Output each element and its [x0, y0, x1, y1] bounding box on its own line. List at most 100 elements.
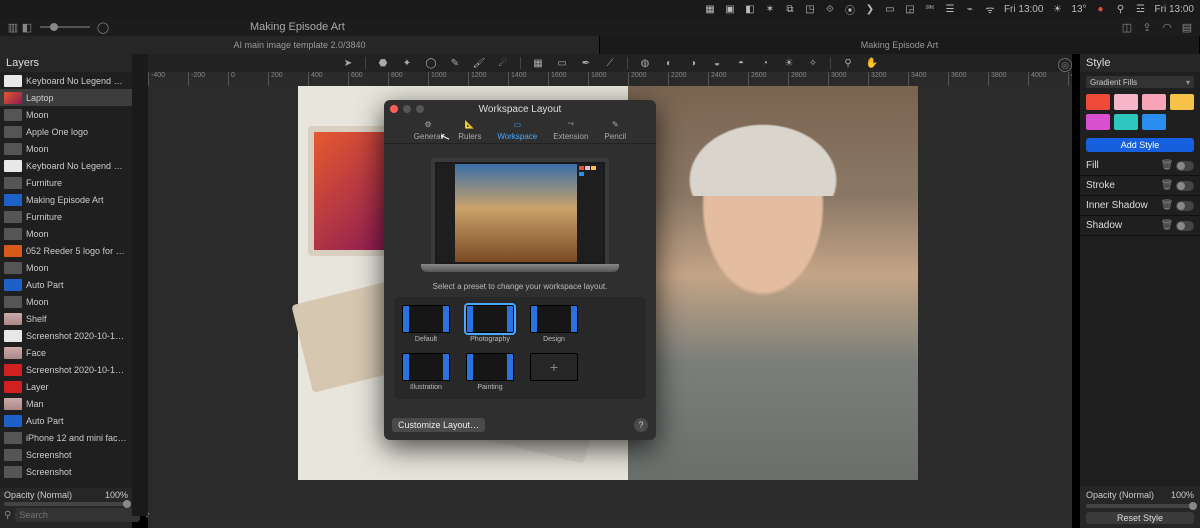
share-icon[interactable]: ⇪ [1140, 20, 1154, 34]
layer-row[interactable]: Moon [0, 259, 132, 276]
dialog-tab-workspace[interactable]: ▭Workspace [497, 117, 537, 143]
grid-tool-icon[interactable]: ▦ [531, 56, 545, 70]
trash-icon[interactable]: 🗑 [1162, 181, 1172, 191]
color-swatch[interactable] [1086, 114, 1110, 130]
adjust-f-icon[interactable]: ◔ [758, 56, 772, 70]
workspace-preset[interactable]: Design [530, 305, 578, 343]
artboard-tool-icon[interactable]: ▭ [555, 56, 569, 70]
layer-row[interactable]: Moon [0, 293, 132, 310]
menubar-icon[interactable]: ⧉ [784, 3, 796, 15]
workspace-preset[interactable]: Illustration [402, 353, 450, 391]
control-center-icon[interactable]: ☲ [1135, 3, 1147, 15]
star-tool-icon[interactable]: ✦ [400, 56, 414, 70]
menubar-clock[interactable]: Fri 13:00 [1004, 4, 1043, 15]
smudge-tool-icon[interactable]: ☄ [496, 56, 510, 70]
color-swatch[interactable] [1142, 94, 1166, 110]
section-toggle[interactable] [1176, 181, 1194, 191]
adjust-c-icon[interactable]: ◑ [686, 56, 700, 70]
wifi-icon[interactable]: ᯤ [984, 3, 996, 15]
layer-row[interactable]: 052 Reeder 5 logo for artwork [0, 242, 132, 259]
paint-tool-icon[interactable]: 🖌 [472, 56, 486, 70]
display-mode-icon[interactable]: ◯ [96, 20, 110, 34]
style-preset-dropdown[interactable]: Gradient Fills [1086, 76, 1194, 88]
trash-icon[interactable]: 🗑 [1162, 201, 1172, 211]
notification-icon[interactable]: ● [1095, 3, 1107, 15]
layer-row[interactable]: Layer [0, 378, 132, 395]
section-toggle[interactable] [1176, 161, 1194, 171]
cloud-icon[interactable]: ◠ [1160, 20, 1174, 34]
menubar-icon[interactable]: ⦿ [844, 3, 856, 15]
layers-list[interactable]: Keyboard No Legend Paint CopyLaptopMoonA… [0, 72, 132, 488]
opacity-slider[interactable] [4, 502, 128, 506]
dialog-tab-rulers[interactable]: 📐Rulers [458, 117, 481, 143]
sidebar-toggle-icon[interactable]: ▥ [6, 20, 20, 34]
circle-tool-icon[interactable]: ◯ [424, 56, 438, 70]
layer-row[interactable]: Auto Part [0, 276, 132, 293]
workspace-preset[interactable]: Default [402, 305, 450, 343]
add-workspace-preset[interactable]: + [530, 353, 578, 391]
zoom-tool-icon[interactable]: ⚲ [841, 56, 855, 70]
layer-row[interactable]: Apple One logo [0, 123, 132, 140]
layer-row[interactable]: Screenshot 2020-10-19 at 13.0… [0, 361, 132, 378]
adjust-e-icon[interactable]: ◓ [734, 56, 748, 70]
color-swatch[interactable] [1114, 114, 1138, 130]
info-indicator-icon[interactable]: ◎ [1058, 58, 1072, 72]
sparkle-tool-icon[interactable]: ✧ [806, 56, 820, 70]
layer-row[interactable]: Moon [0, 140, 132, 157]
sidebar-right-icon[interactable]: ▤ [1180, 20, 1194, 34]
document-tab[interactable]: AI main image template 2.0/3840 [0, 36, 600, 54]
window-minimize-icon[interactable] [403, 105, 411, 113]
weather-icon[interactable]: ☀ [1051, 3, 1063, 15]
workspace-preset[interactable]: Photography [466, 305, 514, 343]
menubar-icon[interactable]: ▣ [724, 3, 736, 15]
menubar-icon[interactable]: ▭ [884, 3, 896, 15]
style-section[interactable]: Fill🗑 [1080, 156, 1200, 176]
spotlight-icon[interactable]: ⚲ [1115, 3, 1127, 15]
dialog-tab-general[interactable]: ⚙General [414, 117, 442, 143]
layer-row[interactable]: Shelf [0, 310, 132, 327]
layer-row[interactable]: Making Episode Art [0, 191, 132, 208]
layout-icon[interactable]: ◧ [20, 20, 34, 34]
dialog-tab-pencil[interactable]: ✎Pencil [604, 117, 626, 143]
menubar-icon[interactable]: ✶ [764, 3, 776, 15]
layer-row[interactable]: Furniture [0, 208, 132, 225]
workspace-preset[interactable]: Painting [466, 353, 514, 391]
eyedropper-tool-icon[interactable]: ⟋ [603, 56, 617, 70]
color-swatch[interactable] [1142, 114, 1166, 130]
panel-toggle-icon[interactable]: ◫ [1120, 20, 1134, 34]
brush-tool-icon[interactable]: ✎ [448, 56, 462, 70]
reset-style-button[interactable]: Reset Style [1086, 512, 1194, 524]
menubar-icon[interactable]: ▦ [704, 3, 716, 15]
layer-row[interactable]: Keyboard No Legend Paint Cop… [0, 157, 132, 174]
menubar-icon[interactable]: ⌁ [964, 3, 976, 15]
layer-row[interactable]: Screenshot [0, 463, 132, 480]
layer-row[interactable]: Face [0, 344, 132, 361]
menubar-icon[interactable]: ❯ [864, 3, 876, 15]
window-close-icon[interactable] [390, 105, 398, 113]
layer-row[interactable]: Laptop [0, 89, 132, 106]
menubar-clock-right[interactable]: Fri 13:00 [1155, 4, 1194, 15]
style-section[interactable]: Stroke🗑 [1080, 176, 1200, 196]
menubar-icon[interactable]: ☰ [944, 3, 956, 15]
section-toggle[interactable] [1176, 201, 1194, 211]
layer-row[interactable]: Keyboard No Legend Paint Copy [0, 72, 132, 89]
layer-row[interactable]: Auto Part [0, 412, 132, 429]
trash-icon[interactable]: 🗑 [1162, 161, 1172, 171]
adjust-d-icon[interactable]: ◒ [710, 56, 724, 70]
section-toggle[interactable] [1176, 221, 1194, 231]
menubar-icon[interactable]: ◳ [804, 3, 816, 15]
adjust-b-icon[interactable]: ◐ [662, 56, 676, 70]
customize-layout-button[interactable]: Customize Layout… [392, 418, 485, 432]
add-style-button[interactable]: Add Style [1086, 138, 1194, 152]
pen-tool-icon[interactable]: ✒ [579, 56, 593, 70]
color-swatch[interactable] [1170, 94, 1194, 110]
layer-row[interactable]: Moon [0, 106, 132, 123]
color-swatch[interactable] [1086, 94, 1110, 110]
blob-tool-icon[interactable]: ⬣ [376, 56, 390, 70]
pointer-tool-icon[interactable]: ➤ [341, 56, 355, 70]
style-section[interactable]: Inner Shadow🗑 [1080, 196, 1200, 216]
menubar-icon[interactable]: ◧ [744, 3, 756, 15]
menubar-icon[interactable]: ◲ [904, 3, 916, 15]
layer-row[interactable]: Screenshot 2020-10-19 at 13.0… [0, 327, 132, 344]
layer-row[interactable]: iPhone 12 and mini facing left [0, 429, 132, 446]
